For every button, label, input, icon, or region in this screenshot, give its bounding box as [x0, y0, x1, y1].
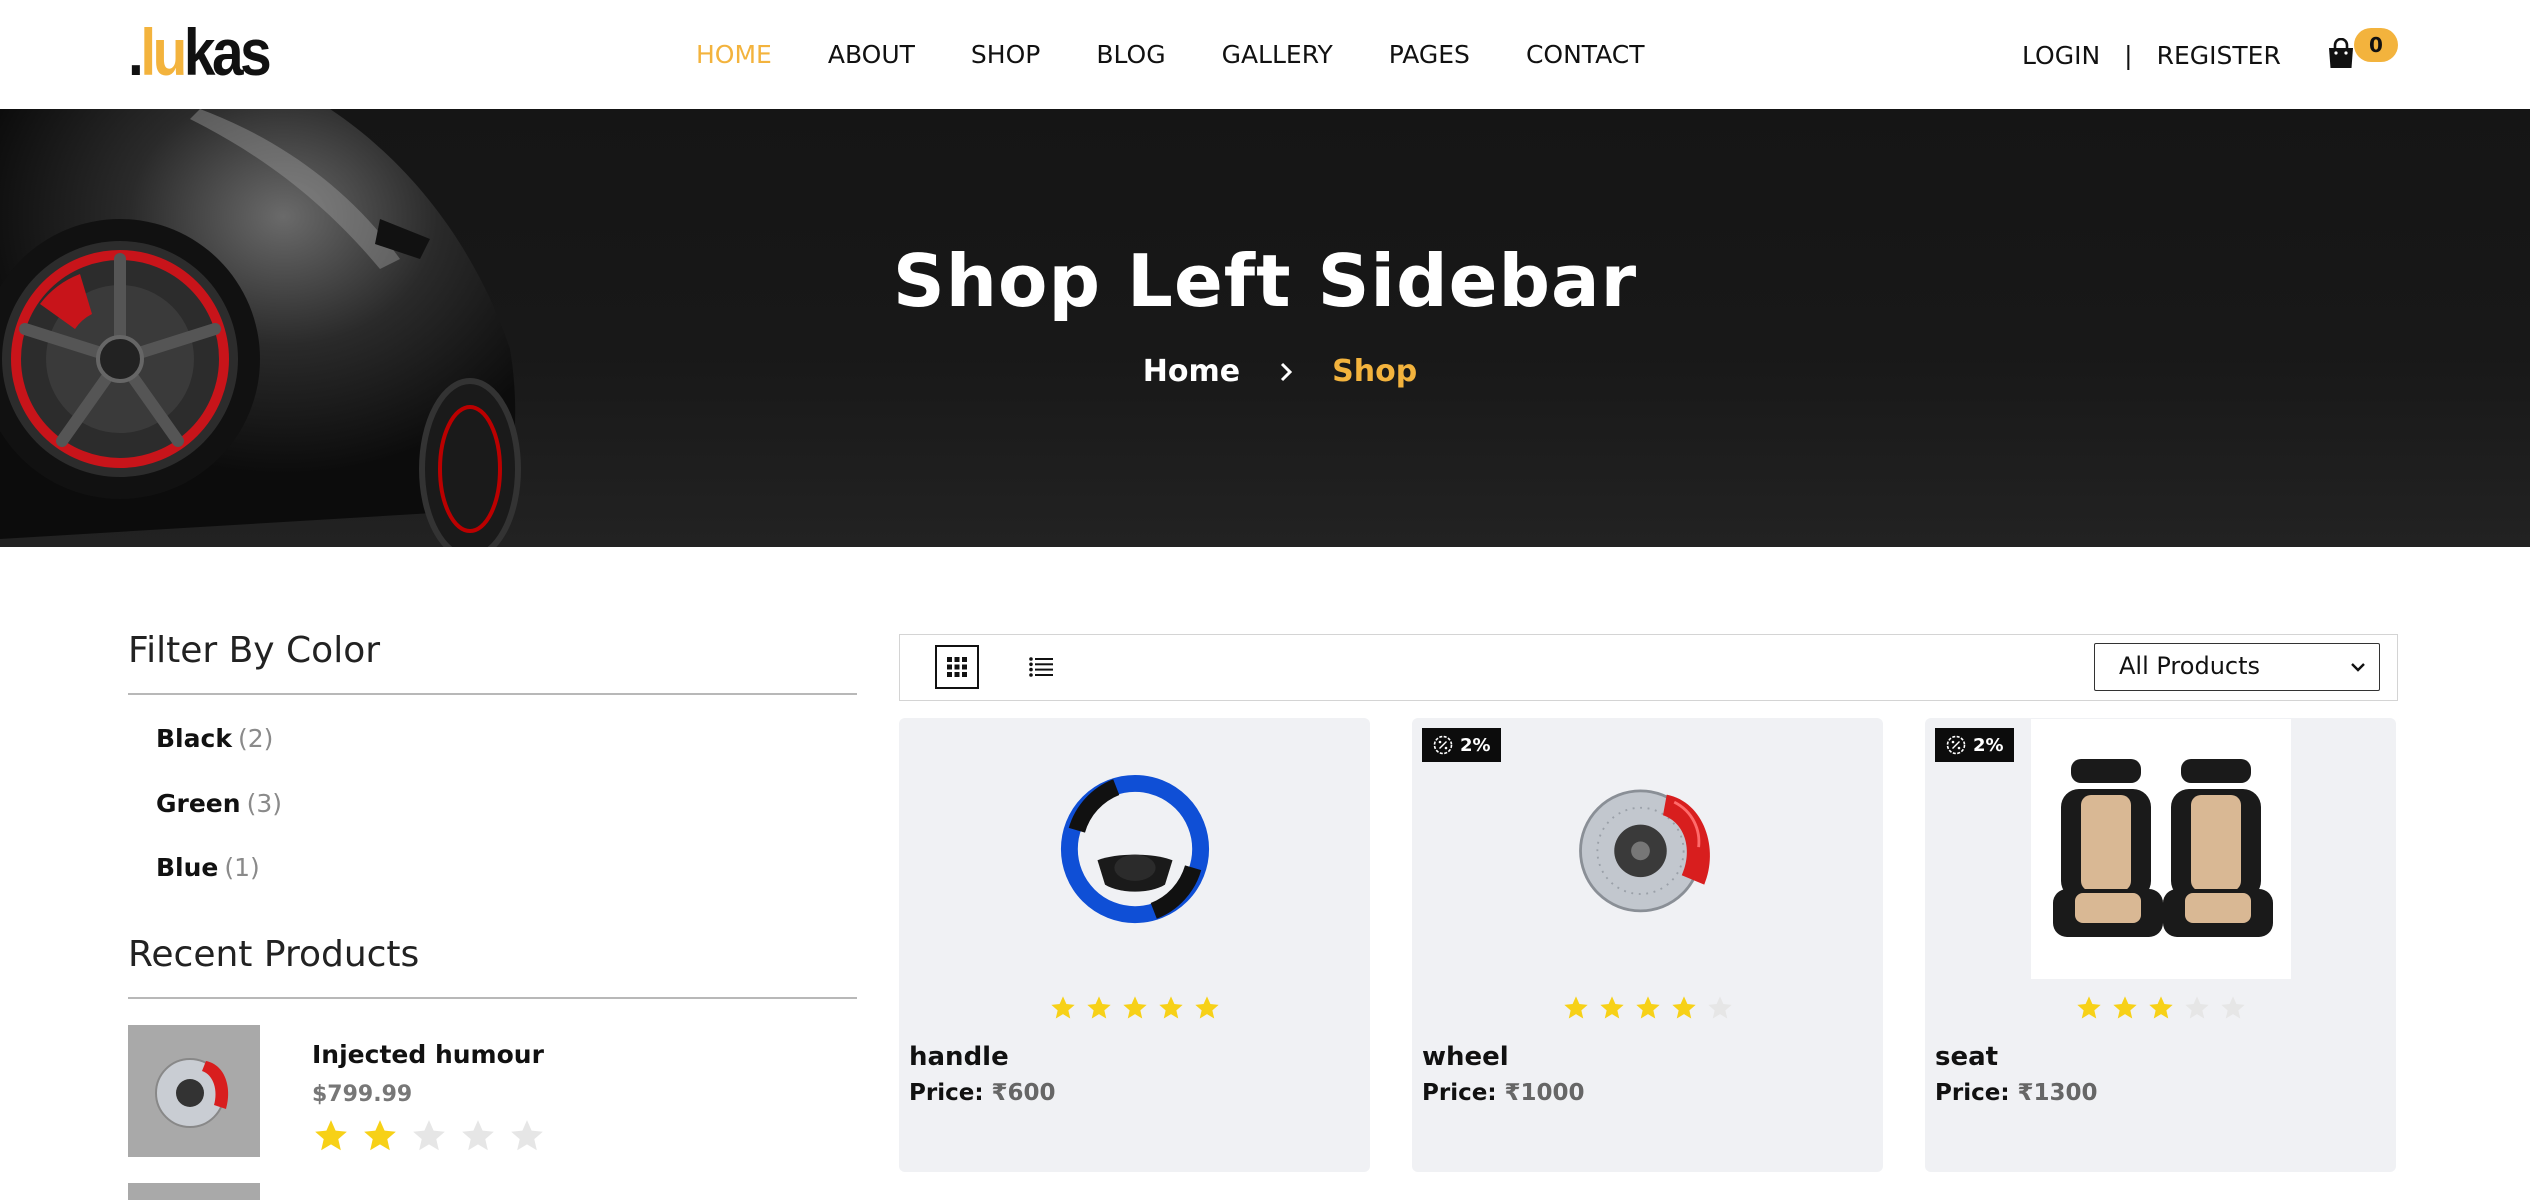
nav-about[interactable]: ABOUT	[828, 38, 915, 72]
recent-heading-divider	[128, 997, 857, 999]
chevron-down-icon	[2351, 663, 2365, 672]
star-filled-icon	[1050, 996, 1075, 1019]
product-name[interactable]: seat	[1935, 1042, 1998, 1072]
product-card[interactable]: handle Price: ₹600	[899, 718, 1370, 1172]
product-name[interactable]: handle	[909, 1042, 1009, 1072]
price-label: Price:	[1935, 1080, 2010, 1106]
site-header: .lukas HOME ABOUT SHOP BLOG GALLERY PAGE…	[0, 0, 2530, 109]
product-rating	[1412, 994, 1883, 1022]
main-nav: HOME ABOUT SHOP BLOG GALLERY PAGES CONTA…	[696, 38, 1701, 72]
star-filled-icon	[1194, 996, 1219, 1019]
logo-text: kas	[183, 15, 272, 89]
star-filled-icon	[315, 1120, 347, 1151]
product-price: Price: ₹1300	[1935, 1080, 2098, 1106]
star-empty-icon	[511, 1120, 543, 1151]
brake-disc-icon	[1578, 789, 1710, 913]
breadcrumb-current: Shop	[1332, 354, 1418, 389]
product-rating	[1925, 994, 2396, 1022]
page-title: Shop Left Sidebar	[892, 239, 1638, 323]
recent-products-heading: Recent Products	[128, 934, 420, 975]
color-filter-blue[interactable]: Blue (1)	[156, 853, 260, 882]
logo-dot: .	[128, 15, 144, 89]
product-image[interactable]	[1925, 718, 2396, 980]
price-value: ₹1300	[2017, 1080, 2098, 1106]
color-filter-black[interactable]: Black (2)	[156, 724, 273, 753]
star-empty-icon	[2184, 996, 2209, 1019]
nav-shop[interactable]: SHOP	[971, 38, 1040, 72]
star-filled-icon	[2112, 996, 2137, 1019]
recent-product-thumbnail[interactable]	[128, 1025, 260, 1157]
star-filled-icon	[1671, 996, 1696, 1019]
sort-select-value: All Products	[2119, 652, 2261, 680]
product-card[interactable]: 2% seat Price: ₹1300	[1925, 718, 2396, 1172]
star-filled-icon	[2148, 996, 2173, 1019]
site-logo[interactable]: .lukas	[128, 19, 272, 85]
auth-separator: |	[2124, 40, 2133, 70]
register-link[interactable]: REGISTER	[2157, 41, 2281, 70]
star-filled-icon	[1563, 996, 1588, 1019]
product-name[interactable]: wheel	[1422, 1042, 1509, 1072]
product-image[interactable]	[899, 718, 1370, 980]
breadcrumb: Home Shop	[0, 354, 2530, 389]
star-empty-icon	[462, 1120, 494, 1151]
car-seat-icon	[2030, 719, 2291, 979]
price-value: ₹1000	[1504, 1080, 1585, 1106]
color-filter-count: (3)	[246, 789, 282, 818]
shopping-bag-icon[interactable]	[2326, 37, 2356, 70]
cart-count-badge: 0	[2354, 28, 2398, 62]
color-filter-label: Black	[156, 724, 232, 753]
page-hero: Shop Left Sidebar Home Shop	[0, 109, 2530, 547]
color-filter-label: Blue	[156, 853, 219, 882]
chevron-right-icon	[1281, 362, 1293, 381]
nav-contact[interactable]: CONTACT	[1526, 38, 1645, 72]
nav-gallery[interactable]: GALLERY	[1222, 38, 1333, 72]
nav-home[interactable]: HOME	[696, 38, 772, 72]
auth-links: LOGIN | REGISTER	[2022, 38, 2281, 72]
star-empty-icon	[413, 1120, 445, 1151]
product-image[interactable]	[1412, 718, 1883, 980]
price-label: Price:	[1422, 1080, 1497, 1106]
sports-car-image	[0, 109, 521, 547]
recent-product-price: $799.99	[312, 1082, 413, 1107]
star-filled-icon	[2076, 996, 2101, 1019]
filter-heading-divider	[128, 693, 857, 695]
star-filled-icon	[1635, 996, 1660, 1019]
product-price: Price: ₹1000	[1422, 1080, 1585, 1106]
grid-view-icon[interactable]	[935, 645, 979, 689]
color-filter-label: Green	[156, 789, 241, 818]
nav-pages[interactable]: PAGES	[1389, 38, 1470, 72]
filter-by-color-heading: Filter By Color	[128, 630, 381, 671]
breadcrumb-home-link[interactable]: Home	[1143, 354, 1240, 389]
star-empty-icon	[2220, 996, 2245, 1019]
recent-product-rating	[312, 1117, 557, 1155]
product-price: Price: ₹600	[909, 1080, 1056, 1106]
star-empty-icon	[1707, 996, 1732, 1019]
product-card[interactable]: 2% wheel Price: ₹1000	[1412, 718, 1883, 1172]
recent-product-thumbnail[interactable]	[128, 1183, 260, 1200]
steering-wheel-icon	[1060, 774, 1209, 924]
star-filled-icon	[1599, 996, 1624, 1019]
star-filled-icon	[1086, 996, 1111, 1019]
sort-select[interactable]: All Products	[2094, 643, 2380, 691]
list-view-icon[interactable]	[1021, 647, 1061, 687]
login-link[interactable]: LOGIN	[2022, 41, 2100, 70]
shop-toolbar: All Products	[899, 634, 2398, 701]
star-filled-icon	[1158, 996, 1183, 1019]
product-rating	[899, 994, 1370, 1022]
color-filter-count: (2)	[237, 724, 274, 753]
recent-product-name[interactable]: Injected humour	[312, 1040, 544, 1069]
color-filter-green[interactable]: Green (3)	[156, 789, 282, 818]
color-filter-count: (1)	[224, 853, 260, 882]
logo-accent: lu	[140, 15, 187, 89]
price-value: ₹600	[991, 1080, 1056, 1106]
price-label: Price:	[909, 1080, 984, 1106]
nav-blog[interactable]: BLOG	[1096, 38, 1165, 72]
star-filled-icon	[364, 1120, 396, 1151]
star-filled-icon	[1122, 996, 1147, 1019]
